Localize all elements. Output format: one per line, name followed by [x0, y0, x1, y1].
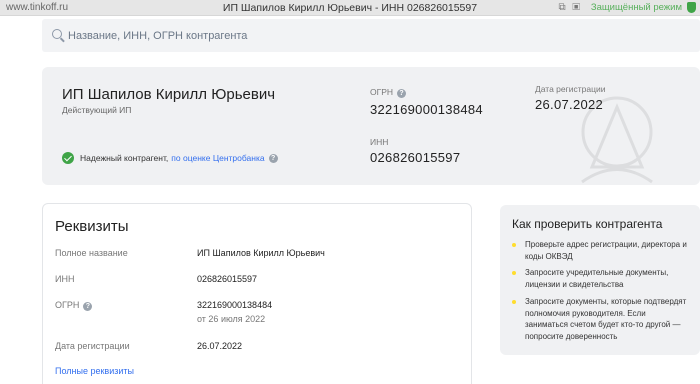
- ogrn-label: ОГРН: [370, 87, 394, 97]
- registration-row-value: 26.07.2022: [197, 341, 243, 351]
- how-to-check-card: Как проверить контрагента Проверьте адре…: [500, 205, 700, 355]
- help-icon[interactable]: ?: [268, 153, 278, 163]
- inn-value: 026826015597: [370, 150, 461, 165]
- tip-item: Запросите учредительные документы, лицен…: [512, 267, 690, 290]
- central-bank-rating-link[interactable]: по оценке Центробанка: [171, 153, 264, 163]
- inn-row-value: 026826015597: [197, 274, 258, 284]
- protected-mode-label[interactable]: Защищённый режим: [591, 2, 682, 13]
- registration-date-value: 26.07.2022: [535, 97, 604, 112]
- check-circle-icon: [62, 152, 74, 164]
- full-name-value: ИП Шапилов Кирилл Юрьевич: [197, 248, 325, 258]
- ogrn-row-date: от 26 июля 2022: [197, 314, 266, 324]
- reliability-text: Надежный контрагент,: [80, 153, 169, 163]
- browser-bar: www.tinkoff.ru ИП Шапилов Кирилл Юрьевич…: [0, 0, 700, 16]
- tip-item: Проверьте адрес регистрации, директора и…: [512, 239, 690, 262]
- company-status: Действующий ИП: [62, 105, 132, 115]
- full-requisites-link[interactable]: Полные реквизиты: [55, 366, 134, 376]
- help-icon[interactable]: ?: [83, 302, 93, 311]
- registration-date-label: Дата регистрации: [535, 84, 606, 94]
- browser-icons[interactable]: ⧉ ▣: [558, 2, 582, 13]
- help-icon[interactable]: ?: [397, 89, 407, 98]
- full-name-label: Полное название: [55, 248, 128, 258]
- ogrn-label-wrap: ОГРН?: [370, 87, 407, 98]
- ogrn-row-label-wrap: ОГРН?: [55, 300, 93, 311]
- requisites-card: Реквизиты Полное название ИП Шапилов Кир…: [42, 203, 472, 384]
- inn-label: ИНН: [370, 137, 389, 147]
- reliability-line: Надежный контрагент, по оценке Центробан…: [62, 152, 278, 164]
- ogrn-row-value: 322169000138484: [197, 300, 273, 310]
- search-bar: [42, 19, 700, 52]
- ogrn-row-label: ОГРН: [55, 300, 80, 310]
- company-header-card: ИП Шапилов Кирилл Юрьевич Действующий ИП…: [42, 67, 700, 185]
- shield-icon[interactable]: [687, 2, 696, 13]
- how-to-check-title: Как проверить контрагента: [512, 217, 663, 231]
- requisites-title: Реквизиты: [55, 218, 129, 235]
- ogrn-value: 322169000138484: [370, 102, 483, 117]
- registration-row-label: Дата регистрации: [55, 341, 130, 351]
- inn-row-label: ИНН: [55, 274, 75, 284]
- tip-item: Запросите документы, которые подтвердят …: [512, 296, 690, 342]
- company-name: ИП Шапилов Кирилл Юрьевич: [62, 86, 276, 103]
- search-input[interactable]: [68, 27, 568, 44]
- search-icon: [52, 29, 62, 39]
